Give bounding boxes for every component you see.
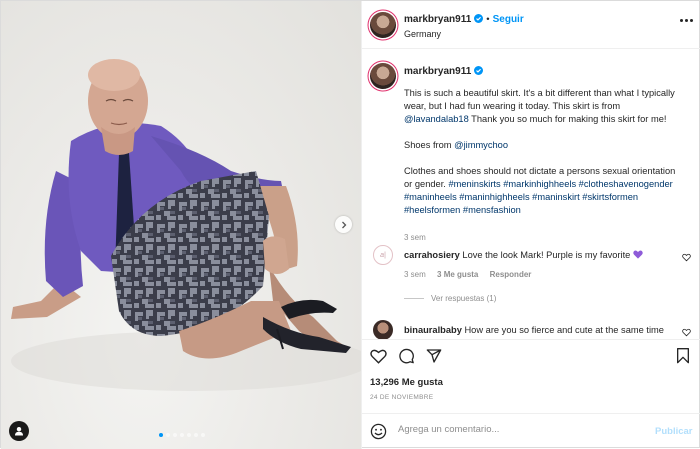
heart-icon[interactable] [370,348,387,364]
carousel-dot [173,433,177,437]
username-link[interactable]: markbryan911 [404,14,471,25]
next-photo-button[interactable] [335,216,352,233]
post-dialog: markbryan911 • Seguir Germany markbryan911… [0,0,700,449]
likes-count[interactable]: 13,296 Me gusta [370,377,443,388]
post-date: 24 DE NOVIEMBRE [370,394,434,401]
replies-divider [404,298,424,299]
like-comment-heart-icon[interactable] [682,328,691,337]
more-options-icon[interactable] [680,19,693,22]
purple-heart-emoji-icon [633,250,643,259]
carousel-dot [187,433,191,437]
carousel-dot [201,433,205,437]
caption-user-line: markbryan911 [404,66,484,77]
post-side-panel: markbryan911 • Seguir Germany markbryan911… [361,1,700,449]
comment-timestamp: 3 sem [404,270,426,279]
user-tag-icon [15,427,23,436]
location-link[interactable]: Germany [404,29,441,39]
verified-badge-icon [474,66,484,75]
comments-list[interactable]: markbryan911 This is such a beautiful sk… [362,50,700,339]
caption-username[interactable]: markbryan911 [404,66,471,77]
avatar[interactable] [370,63,396,89]
add-comment-bar: Publicar [362,413,700,449]
comment-username[interactable]: carrahosiery [404,250,460,260]
post-header: markbryan911 • Seguir Germany [362,1,700,49]
separator-dot: • [486,14,490,25]
carousel-dot [159,433,163,437]
mention-link[interactable]: @lavandalab18 [404,114,469,124]
avatar[interactable]: a| [373,245,393,265]
comment-text: carrahosiery Love the look Mark! Purple … [404,249,669,261]
view-replies-label: Ver respuestas (1) [431,294,497,303]
comment-text: binauralbaby How are you so fierce and c… [404,325,664,335]
share-icon[interactable] [426,348,442,364]
caption-timestamp: 3 sem [404,233,426,242]
post-photo[interactable] [1,1,361,449]
caption-text: This is such a beautiful skirt. It's a b… [404,88,676,215]
avatar[interactable] [370,12,396,38]
comment-username[interactable]: binauralbaby [404,325,462,335]
carousel-dot [180,433,184,437]
user-tag-button[interactable] [9,421,29,441]
next-arrow-icon [341,221,346,228]
bookmark-icon[interactable] [676,348,690,364]
view-replies-button[interactable]: Ver respuestas (1) [404,294,496,303]
mention-link[interactable]: @jimmychoo [454,140,508,150]
carousel-dot [194,433,198,437]
carousel-indicator [159,433,205,437]
verified-badge-icon [474,14,484,23]
post-actions [362,339,700,373]
reply-button[interactable]: Responder [490,270,532,279]
comment-icon[interactable] [398,348,415,364]
publish-button[interactable]: Publicar [655,426,693,437]
like-comment-heart-icon[interactable] [682,253,691,262]
avatar[interactable] [373,320,393,339]
carousel-dot [166,433,170,437]
follow-button[interactable]: Seguir [493,14,524,25]
emoji-icon[interactable] [370,423,387,440]
header-user-line: markbryan911 • Seguir [404,14,524,25]
comment-likes[interactable]: 3 Me gusta [437,270,478,279]
comment-meta: 3 sem 3 Me gusta Responder [404,270,540,279]
photo-scene [11,59,361,391]
comment-input[interactable] [398,424,628,435]
